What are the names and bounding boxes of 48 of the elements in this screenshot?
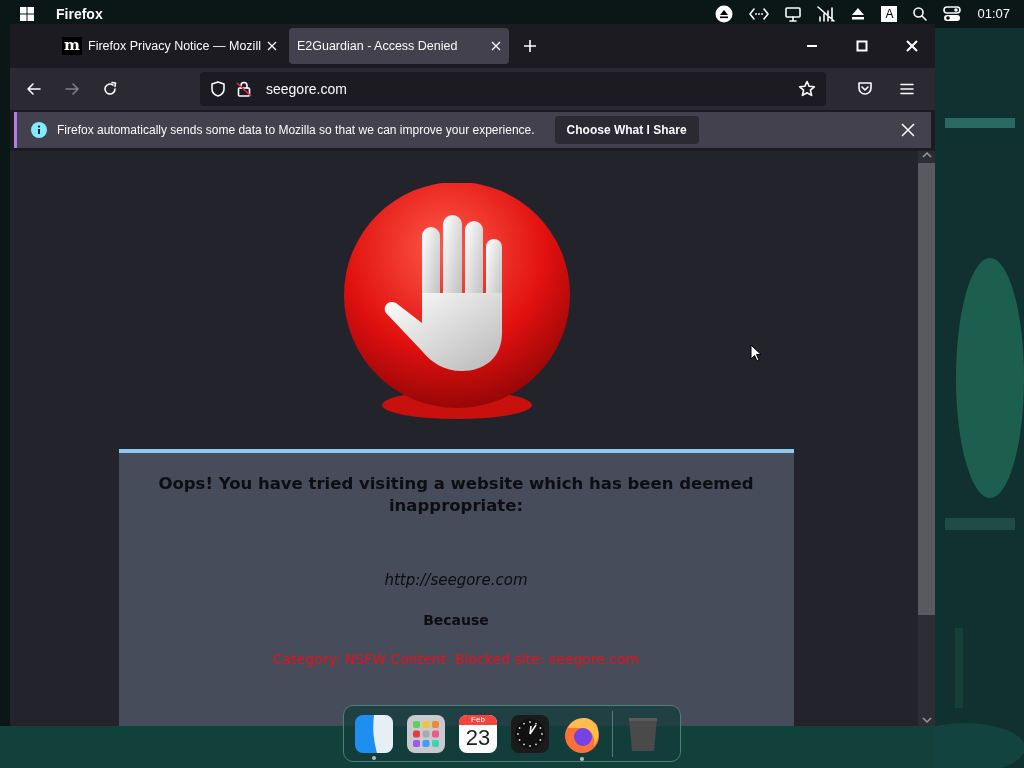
plus-icon [522,39,537,53]
menu-icon [899,81,915,97]
clock-icon[interactable] [511,714,549,753]
tab-title: E2Guardian - Access Denied [296,37,459,55]
favicon-icon: m [62,37,82,55]
close-icon [904,38,920,54]
app-grid-icon[interactable] [407,714,445,753]
insecure-lock-icon[interactable] [236,81,252,97]
pocket-icon [857,81,873,97]
search-icon[interactable] [913,7,928,21]
star-icon[interactable] [798,80,816,98]
back-arrow-icon [26,81,42,97]
tab-title: Firefox Privacy Notice — Mozill [88,37,261,55]
monitor-icon[interactable] [785,6,802,22]
eject-icon[interactable] [715,5,734,23]
scroll-up-icon[interactable] [921,151,932,159]
block-reason: Category: NSFW Content Blocked site: seegore.com [271,649,641,669]
error-heading: Oops! You have tried visiting a website which has been deemed inappropriate: [157,473,755,517]
cursor-icon [750,344,762,362]
maximize-icon [854,38,870,54]
scrollbar[interactable] [918,151,935,726]
clock: 01:07 [977,5,1010,24]
forward-arrow-icon [64,81,80,97]
tab[interactable]: m Firefox Privacy Notice — Mozill [54,28,285,64]
close-icon[interactable] [266,41,277,51]
close-icon[interactable] [490,41,501,51]
toggle-icon[interactable] [943,6,962,22]
info-icon [31,122,47,138]
tab[interactable]: E2Guardian - Access Denied [288,28,509,64]
app-name: Firefox [56,4,103,24]
reload-icon [102,81,118,97]
windows-icon[interactable] [20,7,34,21]
notification-message: Firefox automatically sends some data to Mozilla so that we can improve your experience. [57,122,535,139]
close-icon [901,123,915,137]
address-bar[interactable]: seegore.com [200,72,826,106]
finder-icon[interactable] [355,714,393,753]
code-arrows-icon[interactable] [749,7,770,21]
choose-share-button[interactable]: Choose What I Share [554,116,699,144]
minimize-icon [804,44,820,48]
network-off-icon[interactable] [817,6,836,22]
eject-icon[interactable] [851,7,866,21]
url-text: seegore.com [266,79,348,99]
scroll-down-icon[interactable] [921,716,932,724]
calendar-icon[interactable]: Feb 23 [459,714,497,753]
shield-icon[interactable] [210,81,226,97]
blocked-url: http://seegore.com [383,570,529,591]
input-indicator[interactable]: A [881,6,898,22]
because-label: Because [422,610,490,630]
